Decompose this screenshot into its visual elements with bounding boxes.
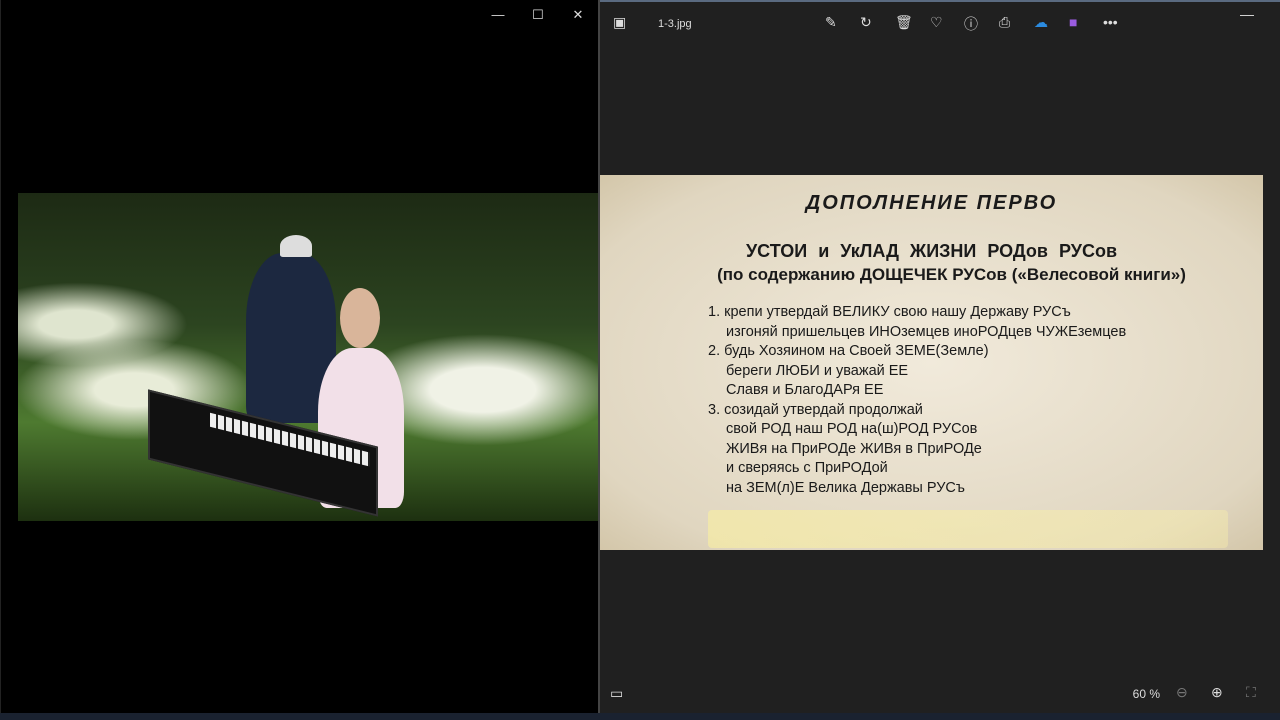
file-name: 1-3.jpg — [658, 18, 692, 30]
list-line: береги ЛЮБИ и уважай ЕЕ — [726, 362, 909, 379]
list-line: и сверяясь с ПриРОДой — [726, 460, 888, 476]
minimize-button[interactable]: — — [1240, 6, 1254, 22]
print-icon[interactable]: ⎙ — [999, 14, 1010, 31]
list-line: свой РОД наш РОД на(ш)РОД РУСов — [726, 421, 978, 437]
minimize-button[interactable]: — — [483, 4, 513, 26]
zoom-level: 60 % — [1132, 687, 1160, 701]
list-line: на ЗЕМ(л)Е Велика Державы РУСъ — [726, 479, 965, 496]
fit-to-window-icon[interactable]: ⛶ — [1246, 684, 1256, 701]
zoom-in-icon[interactable]: ⊕ — [1211, 684, 1223, 701]
gallery-icon[interactable]: ▣ — [613, 14, 626, 31]
photos-viewer-window: ▣ 1-3.jpg ✎ ↻ 🗑 ♡ ⓘ ⎙ ☁ ■ ••• — ДОПОЛНЕН… — [600, 0, 1280, 713]
more-icon[interactable]: ••• — [1103, 14, 1118, 30]
info-icon[interactable]: ⓘ — [964, 14, 978, 34]
list-line: изгоняй пришельцев ИНОземцев иноРОДцев Ч… — [726, 323, 1127, 340]
list-line: 2. будь Хозяином на Своей ЗЕМЕ(Земле) — [708, 343, 989, 359]
list-line: 3. созидай утвердай продолжай — [708, 401, 923, 418]
filmstrip-icon[interactable]: ▭ — [610, 685, 623, 702]
list-line: 1. крепи утвердай ВЕЛИКУ свою нашу Держа… — [708, 304, 1071, 320]
displayed-image[interactable]: ДОПОЛНЕНИЕ ПЕРВО УСТОИ и УкЛАД ЖИЗНИ РОД… — [600, 175, 1263, 550]
close-button[interactable]: ✕ — [563, 4, 593, 26]
doc-subheading: (по содержанию ДОЩЕЧЕК РУСов («Велесовой… — [717, 265, 1186, 284]
taskbar — [0, 713, 1280, 720]
list-line: ЖИВя на ПриРОДе ЖИВя в ПриРОДе — [726, 440, 982, 457]
onedrive-icon[interactable]: ☁ — [1034, 14, 1048, 31]
clipchamp-icon[interactable]: ■ — [1069, 14, 1077, 30]
bottom-bar: ▭ 60 % ⊖ ⊕ ⛶ — [600, 675, 1280, 713]
favorite-icon[interactable]: ♡ — [930, 14, 943, 31]
rotate-icon[interactable]: ↻ — [860, 14, 872, 31]
doc-heading: УСТОИ и УкЛАД ЖИЗНИ РОДов РУСов — [745, 241, 1118, 261]
zoom-out-icon[interactable]: ⊖ — [1176, 684, 1188, 701]
girl-head — [340, 288, 380, 348]
highlight-mark — [708, 510, 1228, 548]
video-player-window: — ☐ ✕ — [0, 0, 599, 720]
doc-list: 1. крепи утвердай ВЕЛИКУ свою нашу Держа… — [708, 303, 1126, 498]
cap — [280, 235, 312, 257]
list-line: Славя и БлагоДАРя ЕЕ — [726, 382, 884, 398]
maximize-button[interactable]: ☐ — [523, 4, 553, 26]
doc-title: ДОПОЛНЕНИЕ ПЕРВО — [805, 192, 1058, 214]
edit-image-icon[interactable]: ✎ — [825, 14, 837, 31]
delete-icon[interactable]: 🗑 — [895, 14, 913, 31]
toolbar: ▣ 1-3.jpg ✎ ↻ 🗑 ♡ ⓘ ⎙ ☁ ■ ••• — — [600, 2, 1280, 44]
video-frame[interactable] — [18, 193, 599, 521]
